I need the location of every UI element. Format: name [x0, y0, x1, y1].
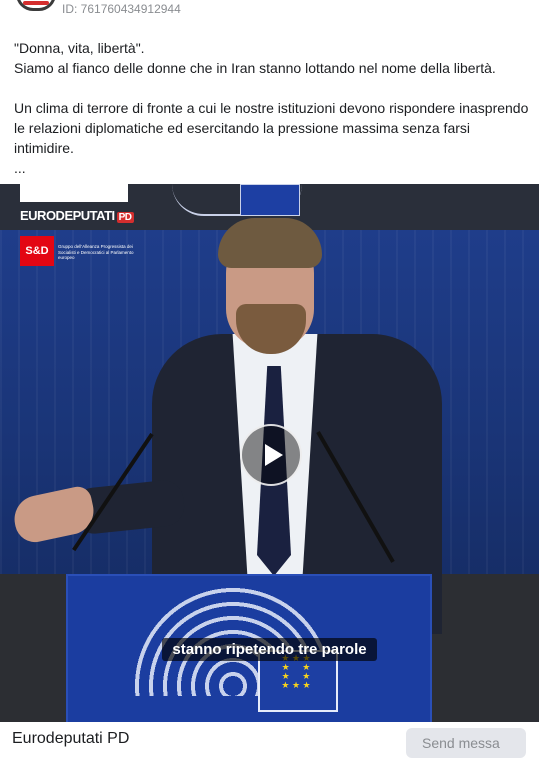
- page-avatar[interactable]: [16, 0, 56, 11]
- pd-badge: PD: [116, 212, 134, 223]
- brand-box: [20, 184, 128, 202]
- play-icon: [264, 444, 283, 466]
- video-player[interactable]: EURODEPUTATI PD S&D Gruppo dell'Alleanza …: [0, 184, 539, 722]
- speaker-hair: [218, 218, 322, 268]
- play-button[interactable]: [240, 424, 302, 486]
- s-and-d-text: Gruppo dell'Alleanza Progressista dei So…: [58, 244, 134, 260]
- post-caption: "Donna, vita, libertà". Siamo al fianco …: [14, 38, 529, 178]
- caption-line: Siamo al fianco delle donne che in Iran …: [14, 60, 496, 76]
- page-name[interactable]: Eurodeputati PD: [12, 730, 129, 748]
- subtitle-text: stanno ripetendo tre parole: [162, 638, 377, 661]
- brand-text: EURODEPUTATI: [20, 208, 115, 223]
- post-id: ID: 761760434912944: [62, 2, 181, 16]
- eu-stars-icon: ★ ★ ★★ ★★ ★★ ★ ★: [281, 654, 311, 690]
- caption-line: "Donna, vita, libertà".: [14, 40, 145, 56]
- caption-paragraph: Un clima di terrore di fronte a cui le n…: [14, 100, 529, 156]
- see-more-ellipsis[interactable]: ...: [14, 158, 529, 178]
- eurodeputati-logo: EURODEPUTATI PD: [20, 208, 134, 223]
- eu-flag: [240, 184, 300, 216]
- video-subtitle: stanno ripetendo tre parole: [0, 638, 539, 661]
- s-and-d-logo: S&D: [20, 236, 54, 266]
- send-message-button[interactable]: Send messa: [406, 728, 526, 758]
